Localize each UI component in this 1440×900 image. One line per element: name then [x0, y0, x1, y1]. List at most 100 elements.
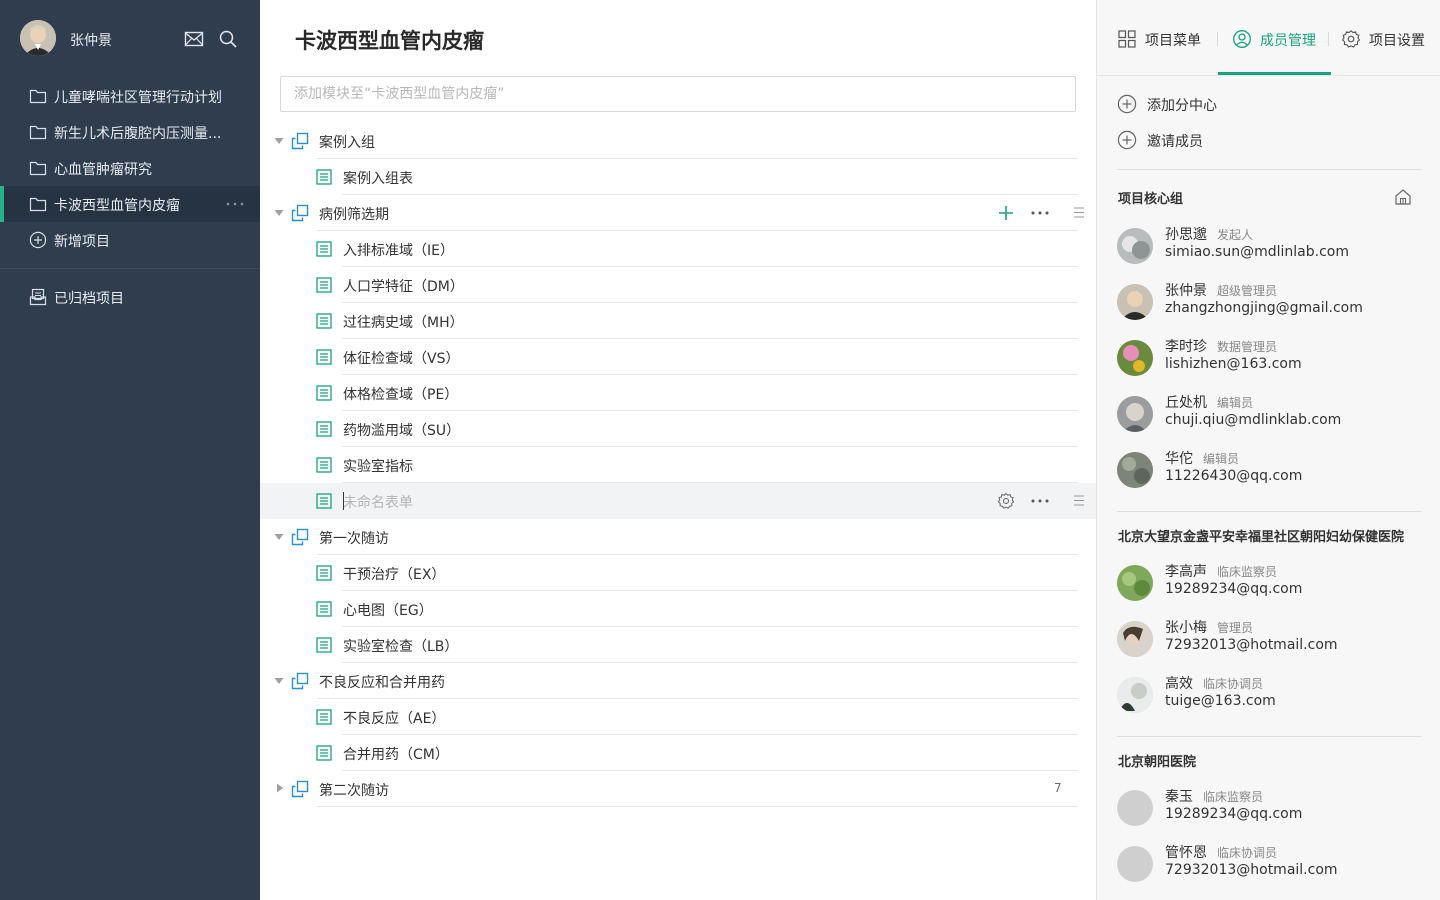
form-row[interactable]: 实验室指标	[260, 447, 1096, 483]
more-icon[interactable]	[226, 202, 244, 206]
form-label: 实验室指标	[343, 459, 413, 475]
folder-icon	[29, 197, 47, 212]
caret-down-icon[interactable]	[274, 137, 284, 145]
home-icon[interactable]	[1394, 188, 1412, 206]
form-row[interactable]: 药物滥用域（SU）	[260, 411, 1096, 447]
more-icon[interactable]	[1031, 499, 1049, 503]
module-group-label: 第一次随访	[319, 531, 389, 547]
gear-icon[interactable]	[997, 492, 1015, 510]
drag-handle-icon[interactable]	[1074, 495, 1084, 506]
caret-down-icon[interactable]	[274, 533, 284, 541]
add-form-icon[interactable]	[997, 204, 1015, 222]
username[interactable]: 张仲景	[70, 30, 112, 50]
sidebar-project-item[interactable]: 儿童哮喘社区管理行动计划	[0, 78, 260, 114]
sidebar-project-label: 心血管肿瘤研究	[54, 162, 152, 178]
gear-icon	[1341, 30, 1361, 48]
form-row[interactable]: 实验室检查（LB）	[260, 627, 1096, 663]
form-row[interactable]: 体征检查域（VS）	[260, 339, 1096, 375]
form-icon	[316, 565, 332, 581]
form-icon	[316, 601, 332, 617]
form-row[interactable]: 入排标准域（IE）	[260, 231, 1096, 267]
member-role: 临床监察员	[1203, 790, 1264, 804]
member-role: 管理员	[1217, 621, 1254, 635]
form-row[interactable]: 人口学特征（DM）	[260, 267, 1096, 303]
member-item[interactable]: 高效 临床协调员 tuige@163.com	[1117, 673, 1427, 717]
sidebar-project-label: 卡波西型血管内皮瘤	[54, 198, 180, 214]
member-avatar	[1117, 284, 1153, 320]
form-count: 7	[1054, 781, 1062, 795]
form-icon	[316, 637, 332, 653]
module-group-row[interactable]: 案例入组	[260, 123, 1096, 159]
form-label: 干预治疗（EX）	[343, 567, 446, 583]
form-icon	[316, 493, 332, 509]
sidebar: 张仲景 儿童哮喘社区管理行动计划 新生儿术后腹腔内压测量... 心血管肿瘤研究 …	[0, 0, 260, 900]
form-row[interactable]: 体格检查域（PE）	[260, 375, 1096, 411]
plus-circle-icon	[29, 231, 47, 249]
sidebar-project-item[interactable]: 心血管肿瘤研究	[0, 150, 260, 186]
form-icon	[316, 745, 332, 761]
member-name: 高效	[1165, 676, 1193, 692]
main-content: 卡波西型血管内皮瘤 案例入组案例入组表病例筛选期入排标准域（IE） 人口学特征（D…	[260, 0, 1096, 900]
archived-projects-item[interactable]: 已归档项目	[0, 279, 260, 315]
tabs-divider	[1097, 75, 1440, 76]
search-icon[interactable]	[218, 29, 238, 49]
member-item[interactable]: 李时珍 数据管理员 lishizhen@163.com	[1117, 336, 1427, 380]
member-item[interactable]: 李高声 临床监察员 19289234@qq.com	[1117, 561, 1427, 605]
caret-down-icon[interactable]	[274, 209, 284, 217]
sidebar-project-label: 儿童哮喘社区管理行动计划	[54, 90, 222, 106]
module-group-row[interactable]: 病例筛选期	[260, 195, 1096, 231]
module-group-row[interactable]: 第一次随访	[260, 519, 1096, 555]
new-form-name-input[interactable]: 未命名表单	[343, 492, 413, 512]
user-icon	[1233, 30, 1251, 48]
member-item[interactable]: 华佗 编辑员 11226430@qq.com	[1117, 448, 1427, 492]
member-name-line: 秦玉 临床监察员	[1165, 786, 1263, 806]
caret-down-icon[interactable]	[274, 677, 284, 685]
add-module-input[interactable]	[280, 76, 1076, 112]
member-name-line: 丘处机 编辑员	[1165, 392, 1253, 412]
caret-right-icon[interactable]	[276, 783, 284, 793]
member-item[interactable]: 张小梅 管理员 72932013@hotmail.com	[1117, 617, 1427, 661]
member-role: 编辑员	[1217, 396, 1254, 410]
sidebar-header: 张仲景	[0, 0, 260, 78]
form-row[interactable]: 案例入组表	[260, 159, 1096, 195]
folder-icon	[29, 161, 47, 176]
form-row[interactable]: 干预治疗（EX）	[260, 555, 1096, 591]
module-group-icon	[291, 132, 309, 150]
module-group-row[interactable]: 不良反应和合并用药	[260, 663, 1096, 699]
archived-projects-label: 已归档项目	[54, 291, 124, 307]
form-row[interactable]: 不良反应（AE）	[260, 699, 1096, 735]
form-row[interactable]: 过往病史域（MH）	[260, 303, 1096, 339]
section-divider	[1117, 169, 1422, 170]
member-item[interactable]: 管怀恩 临床协调员 72932013@hotmail.com	[1117, 842, 1427, 886]
member-item[interactable]: 孙思邈 发起人 simiao.sun@mdlinlab.com	[1117, 224, 1427, 268]
grid-icon	[1118, 30, 1136, 48]
form-row[interactable]: 心电图（EG）	[260, 591, 1096, 627]
member-item[interactable]: 张仲景 超级管理员 zhangzhongjing@gmail.com	[1117, 280, 1427, 324]
member-avatar	[1117, 621, 1153, 657]
form-label: 合并用药（CM）	[343, 747, 449, 763]
member-name-line: 高效 临床协调员	[1165, 673, 1263, 693]
module-group-row[interactable]: 第二次随访 7	[260, 771, 1096, 807]
new-project-button[interactable]: 新增项目	[0, 222, 260, 258]
member-item[interactable]: 丘处机 编辑员 chuji.qiu@mdlinklab.com	[1117, 392, 1427, 436]
module-group-label: 病例筛选期	[319, 207, 389, 223]
user-avatar[interactable]	[20, 20, 56, 56]
member-item[interactable]: 秦玉 临床监察员 19289234@qq.com	[1117, 786, 1427, 830]
form-label: 过往病史域（MH）	[343, 315, 464, 331]
member-role: 临床监察员	[1217, 565, 1278, 579]
sidebar-project-item[interactable]: 新生儿术后腹腔内压测量...	[0, 114, 260, 150]
form-label: 入排标准域（IE）	[343, 243, 454, 259]
mail-icon[interactable]	[184, 30, 204, 48]
form-row-editing[interactable]: 未命名表单	[260, 483, 1096, 519]
member-avatar	[1117, 396, 1153, 432]
sidebar-divider	[0, 268, 260, 269]
sidebar-project-item-active[interactable]: 卡波西型血管内皮瘤	[0, 186, 260, 222]
plus-circle-icon	[1117, 94, 1137, 114]
drag-handle-icon[interactable]	[1074, 207, 1084, 218]
active-indicator	[0, 186, 4, 222]
member-email: zhangzhongjing@gmail.com	[1165, 300, 1363, 316]
form-label: 不良反应（AE）	[343, 711, 446, 727]
form-row[interactable]: 合并用药（CM）	[260, 735, 1096, 771]
member-name: 华佗	[1165, 451, 1193, 467]
more-icon[interactable]	[1031, 211, 1049, 215]
